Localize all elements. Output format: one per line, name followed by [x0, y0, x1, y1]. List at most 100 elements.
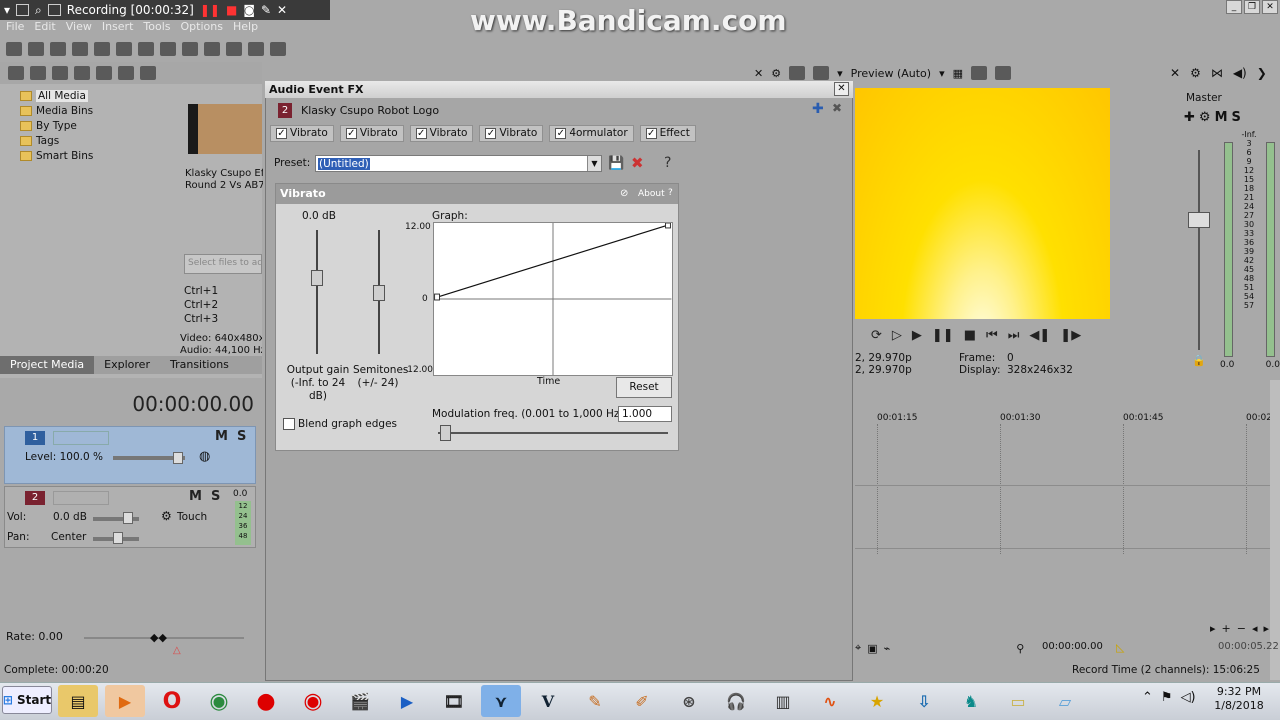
menu-help[interactable]: Help: [233, 20, 258, 36]
dialog-close-icon[interactable]: ✕: [834, 82, 849, 96]
settings-icon[interactable]: ⚙: [1190, 66, 1201, 80]
note-icon[interactable]: ▱: [1045, 685, 1085, 717]
touch-label[interactable]: Touch: [177, 511, 207, 523]
restore-icon[interactable]: ❐: [1244, 0, 1260, 14]
save-icon[interactable]: [50, 42, 66, 56]
composite-icon[interactable]: ◍: [199, 449, 210, 464]
scroll-right-icon[interactable]: ▸: [1264, 622, 1270, 635]
marker-icon[interactable]: ⚲: [1016, 642, 1024, 655]
zoom-out-icon[interactable]: −: [1237, 622, 1246, 635]
speaker-icon[interactable]: ◀): [1233, 66, 1247, 80]
graph-node-end[interactable]: [665, 223, 671, 229]
plugin-chain-icon[interactable]: ✚: [812, 101, 824, 117]
editor-icon[interactable]: ✎: [575, 685, 615, 717]
mute-button[interactable]: M: [215, 429, 228, 444]
enable-checkbox[interactable]: ✓: [555, 127, 567, 139]
open-icon[interactable]: [28, 42, 44, 56]
close-pane-icon[interactable]: ✕: [754, 67, 763, 80]
play-from-start-icon[interactable]: ▷: [892, 328, 902, 343]
pause-icon[interactable]: ❚❚: [200, 3, 220, 17]
folder-icon[interactable]: ▭: [998, 685, 1038, 717]
delete-preset-icon[interactable]: ✖: [631, 154, 644, 172]
enable-checkbox[interactable]: ✓: [485, 127, 497, 139]
go-to-end-icon[interactable]: ⏭: [1008, 328, 1020, 343]
settings-icon[interactable]: ⚙: [771, 67, 781, 80]
loop-region-icon[interactable]: ◺: [1116, 641, 1124, 654]
enable-checkbox[interactable]: ✓: [345, 127, 357, 139]
play-icon[interactable]: ▶: [912, 328, 922, 343]
start-button[interactable]: ⊞ Start: [2, 686, 52, 714]
editor2-icon[interactable]: ✐: [622, 685, 662, 717]
close-window-icon[interactable]: ✕: [1262, 0, 1278, 14]
chain-plugin-1[interactable]: ✓ Vibrato: [270, 124, 334, 142]
graph-node-start[interactable]: [434, 293, 440, 301]
about-link[interactable]: About: [638, 189, 665, 199]
tray-expand-icon[interactable]: ⌃: [1142, 690, 1153, 705]
zoom-in-icon[interactable]: +: [1222, 622, 1231, 635]
pan-knob[interactable]: [113, 532, 123, 544]
remove-icon[interactable]: [52, 66, 68, 80]
settings-icon[interactable]: [138, 42, 154, 56]
film-icon[interactable]: 🎞: [434, 685, 474, 717]
flag-icon[interactable]: ⚑: [1161, 690, 1173, 705]
record-icon[interactable]: ●: [246, 685, 286, 717]
save-snapshot-icon[interactable]: [995, 66, 1011, 80]
solo-button[interactable]: S: [237, 429, 246, 444]
chrome-icon[interactable]: ◉: [199, 685, 239, 717]
preview-mode[interactable]: Preview (Auto): [851, 67, 931, 80]
envelope-icon[interactable]: ⌁: [884, 642, 891, 655]
save-as-icon[interactable]: [72, 42, 88, 56]
stop-media-icon[interactable]: [118, 66, 134, 80]
chain-plugin-4[interactable]: ✓ Vibrato: [479, 124, 544, 142]
preview-mode-chevron-icon[interactable]: ▾: [837, 67, 843, 80]
media-thumbnail[interactable]: [188, 104, 262, 154]
volume-icon[interactable]: ◁): [1181, 690, 1196, 705]
opera-icon[interactable]: O: [152, 685, 192, 717]
reset-button[interactable]: Reset: [616, 377, 672, 398]
track-name-field[interactable]: [53, 431, 109, 445]
touch-gear-icon[interactable]: ⚙: [161, 509, 172, 523]
semitones-knob[interactable]: [373, 285, 385, 301]
fx-icon[interactable]: [813, 66, 830, 80]
output-gain-track[interactable]: [316, 230, 318, 354]
save-preset-icon[interactable]: 💾: [608, 156, 624, 171]
menu-file[interactable]: File: [6, 20, 24, 36]
menu-options[interactable]: Options: [181, 20, 223, 36]
timeline-ruler[interactable]: 00:01:15 00:01:30 00:01:45 00:02: [855, 410, 1272, 554]
loop-icon[interactable]: ⟳: [871, 328, 882, 343]
media-fx-icon[interactable]: [74, 66, 90, 80]
preset-select[interactable]: (Untitled): [315, 155, 602, 172]
question-icon[interactable]: ?: [668, 188, 673, 198]
properties-icon[interactable]: [116, 42, 132, 56]
help-icon[interactable]: [270, 42, 286, 56]
enable-checkbox[interactable]: ✓: [415, 127, 427, 139]
mod-freq-input[interactable]: 1.000: [618, 406, 672, 422]
pause-icon[interactable]: ❚❚: [932, 328, 954, 343]
import-icon[interactable]: [8, 66, 24, 80]
next-frame-icon[interactable]: ❚▶: [1060, 328, 1081, 343]
chain-plugin-5[interactable]: ✓ 4ormulator: [549, 124, 634, 142]
menu-tools[interactable]: Tools: [143, 20, 170, 36]
vibrato-graph[interactable]: [433, 222, 673, 376]
about-icon[interactable]: ⊘: [620, 188, 628, 199]
external-monitor-icon[interactable]: [789, 66, 806, 80]
enable-checkbox[interactable]: ✓: [276, 127, 287, 139]
tree-item-smart-bins[interactable]: Smart Bins: [20, 148, 170, 163]
rate-knob-icon[interactable]: ◆◆: [150, 631, 167, 644]
close-pane-icon[interactable]: ✕: [1170, 66, 1180, 80]
prev-frame-icon[interactable]: ◀❚: [1029, 328, 1050, 343]
tab-project-media[interactable]: Project Media: [0, 356, 95, 374]
chain-plugin-2[interactable]: ✓ Vibrato: [339, 124, 404, 142]
lock-icon[interactable]: 🔒: [1192, 354, 1206, 367]
track-name-field[interactable]: [53, 491, 109, 505]
mod-freq-track[interactable]: [438, 432, 668, 434]
tree-item-media-bins[interactable]: Media Bins: [20, 103, 170, 118]
edit-tool-icon[interactable]: ⌖: [855, 641, 861, 655]
tab-explorer[interactable]: Explorer: [94, 356, 160, 374]
minimize-icon[interactable]: _: [1226, 0, 1242, 14]
help-icon[interactable]: ?: [664, 155, 671, 171]
cut-icon[interactable]: [160, 42, 176, 56]
grid-icon[interactable]: ▦: [953, 67, 963, 80]
media-icon[interactable]: ▶: [105, 685, 145, 717]
vol-knob[interactable]: [123, 512, 133, 524]
